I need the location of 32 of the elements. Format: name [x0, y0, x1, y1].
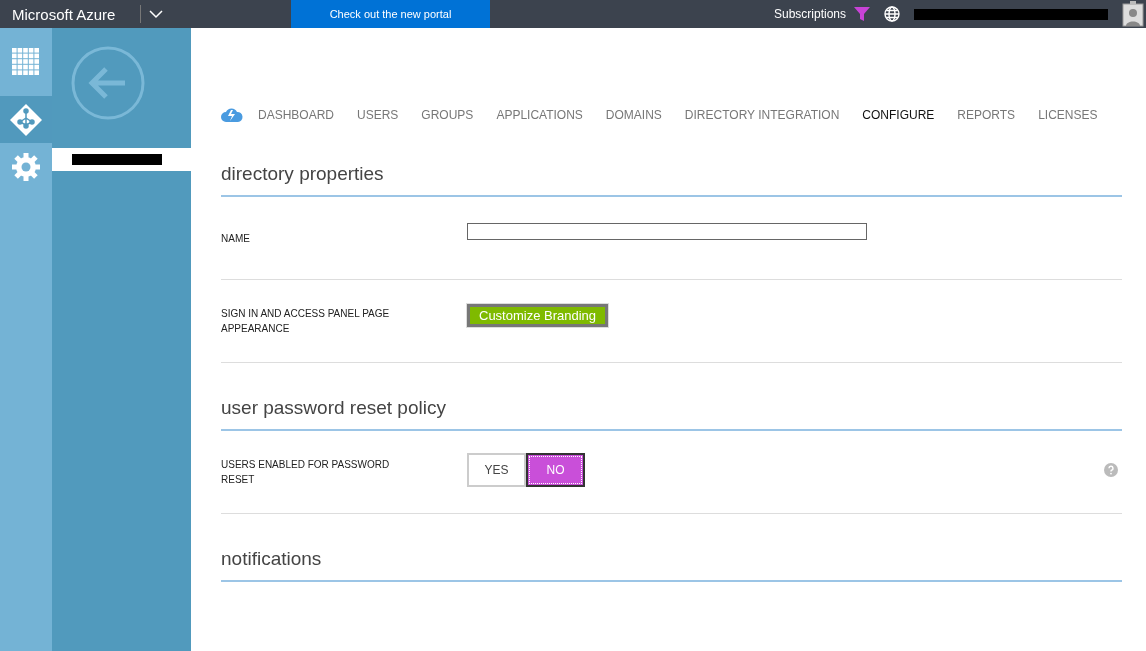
- selected-directory-item[interactable]: [52, 148, 191, 171]
- nav-tab[interactable]: CONFIGURE: [862, 107, 935, 122]
- chevron-down-icon[interactable]: [149, 9, 163, 19]
- nav-tab[interactable]: DOMAINS: [605, 107, 662, 122]
- brand-title: Microsoft Azure: [11, 5, 117, 23]
- gear-icon: [11, 151, 41, 182]
- section-heading: directory properties: [221, 163, 1122, 197]
- nav-tab[interactable]: DIRECTORY INTEGRATION: [684, 107, 840, 122]
- nav-tab[interactable]: LICENSES: [1038, 107, 1098, 122]
- globe-icon[interactable]: [884, 6, 900, 22]
- nav-tab[interactable]: DASHBOARD: [258, 107, 334, 122]
- rail-tab[interactable]: [0, 96, 52, 143]
- filter-icon[interactable]: [854, 7, 870, 21]
- section-heading: notifications: [221, 548, 1122, 582]
- diamond-icon: [9, 102, 43, 137]
- nav-tab[interactable]: REPORTS: [957, 107, 1016, 122]
- nav-tab[interactable]: USERS: [357, 107, 399, 122]
- cloud-icon: [221, 107, 243, 122]
- toggle-option[interactable]: NO: [526, 453, 585, 487]
- nav-tab[interactable]: GROUPS: [421, 107, 474, 122]
- help-icon[interactable]: [1104, 463, 1118, 477]
- nav-tab[interactable]: APPLICATIONS: [496, 107, 583, 122]
- section-heading: user password reset policy: [221, 397, 1122, 431]
- field-label: USERS ENABLED FOR PASSWORD RESET: [221, 458, 391, 487]
- avatar-icon[interactable]: [1122, 1, 1144, 27]
- field-label: NAME: [221, 231, 251, 246]
- name-field[interactable]: [467, 223, 867, 240]
- toggle-option[interactable]: YES: [467, 453, 526, 487]
- field-label: SIGN IN AND ACCESS PANEL PAGE APPEARANCE: [221, 307, 391, 336]
- new-portal-link[interactable]: Check out the new portal: [291, 0, 490, 28]
- subscriptions-label[interactable]: Subscriptions: [773, 7, 846, 21]
- grid-icon: [12, 48, 40, 76]
